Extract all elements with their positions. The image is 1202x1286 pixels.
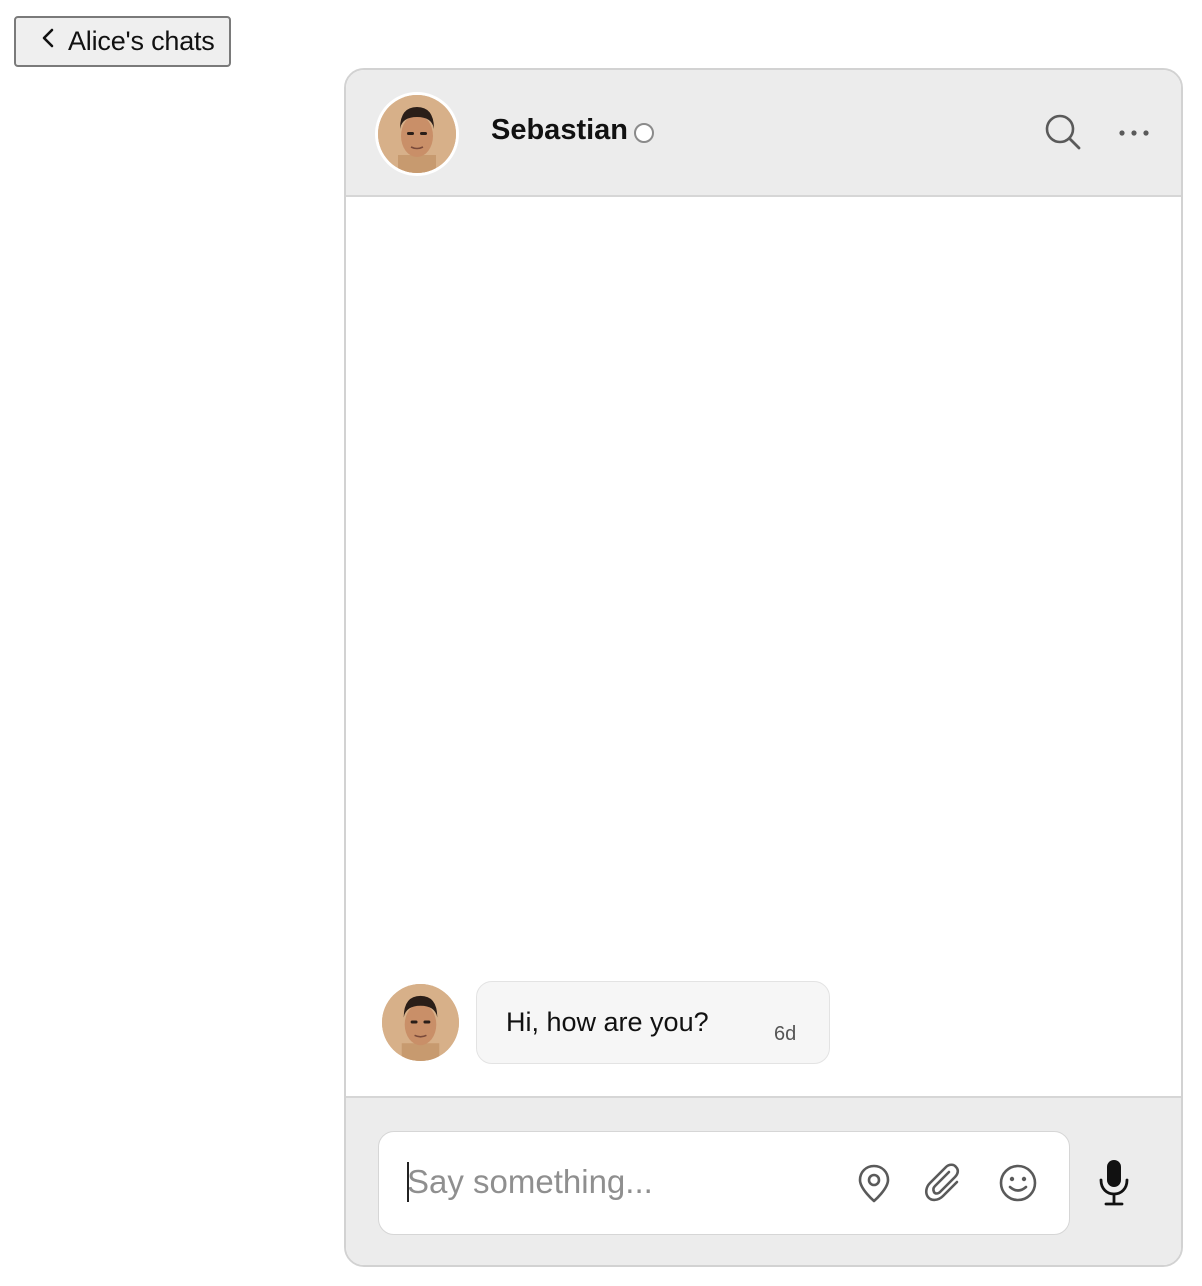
message-avatar[interactable]: [382, 984, 459, 1061]
location-pin-icon[interactable]: [853, 1162, 895, 1204]
text-caret: [407, 1162, 409, 1202]
chat-window: Sebastian Hi, how are you? 6d Say someth…: [344, 68, 1183, 1267]
composer-bar: [346, 1096, 1181, 1265]
back-button-label: Alice's chats: [68, 26, 215, 56]
avatar-image: [382, 984, 459, 1061]
contact-name: Sebastian: [491, 114, 628, 146]
message-timestamp: 6d: [774, 1023, 797, 1045]
message-list[interactable]: Hi, how are you? 6d: [346, 197, 1181, 1097]
message-input[interactable]: [407, 1160, 827, 1204]
more-options-icon[interactable]: [1114, 118, 1154, 148]
avatar-image: [378, 95, 456, 173]
presence-indicator: [634, 123, 654, 143]
message-text: Hi, how are you?: [506, 1007, 709, 1037]
message-bubble[interactable]: Hi, how are you? 6d: [476, 981, 830, 1064]
back-to-chats-button[interactable]: Alice's chats: [14, 16, 231, 67]
contact-avatar[interactable]: [375, 92, 459, 176]
chat-header: Sebastian: [346, 70, 1181, 197]
paperclip-icon[interactable]: [923, 1162, 967, 1206]
composer-input-box[interactable]: [378, 1131, 1070, 1235]
chevron-left-icon: [42, 28, 54, 47]
microphone-icon[interactable]: [1094, 1158, 1134, 1208]
search-icon[interactable]: [1043, 112, 1083, 152]
emoji-icon[interactable]: [997, 1162, 1039, 1204]
